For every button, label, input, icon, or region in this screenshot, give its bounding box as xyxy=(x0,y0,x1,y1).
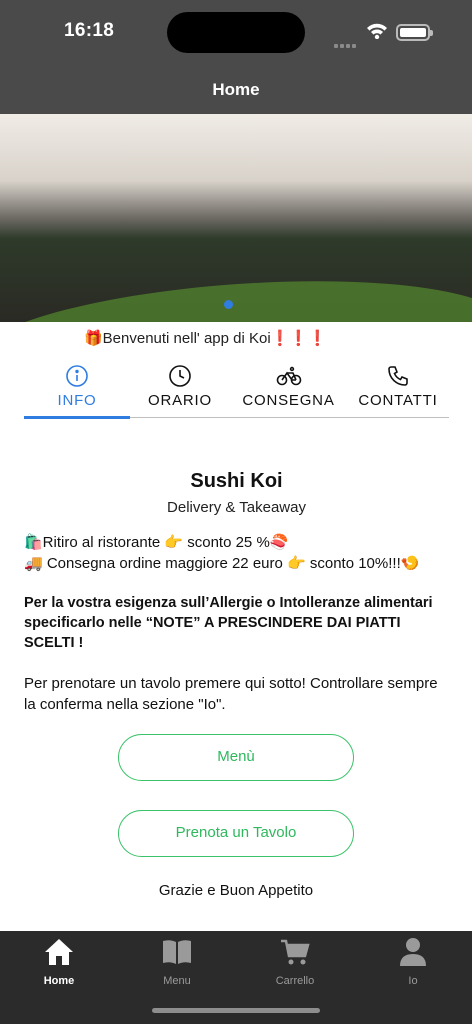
book-table-button[interactable]: Prenota un Tavolo xyxy=(118,810,354,857)
navigation-bar: Home xyxy=(0,66,472,114)
info-tabs: INFO ORARIO CONSEGNA CONTATTI xyxy=(24,360,449,419)
tab-info-label: INFO xyxy=(57,392,97,409)
info-content: Sushi Koi Delivery & Takeaway 🛍️Ritiro a… xyxy=(24,470,449,715)
status-bar: 16:18 xyxy=(0,0,472,66)
bottom-tab-io[interactable]: Io xyxy=(354,931,472,1024)
active-tab-indicator xyxy=(24,416,130,419)
wifi-icon xyxy=(366,22,388,44)
tab-info[interactable]: INFO xyxy=(24,360,130,419)
bottom-tab-home[interactable]: Home xyxy=(0,931,118,1024)
bottom-tab-cart-label: Carrello xyxy=(275,975,315,987)
cart-icon xyxy=(279,936,311,973)
status-time: 16:18 xyxy=(64,20,115,41)
promo-delivery: 🚚 Consegna ordine maggiore 22 euro 👉 sco… xyxy=(24,555,420,572)
promo-list: 🛍️Ritiro al ristorante 👉 sconto 25 %🍣 🚚 … xyxy=(24,532,449,574)
tab-consegna-label: CONSEGNA xyxy=(242,392,335,409)
tab-contatti-label: CONTATTI xyxy=(358,392,438,409)
person-icon xyxy=(397,936,429,973)
home-indicator xyxy=(152,1008,320,1013)
page-title: Home xyxy=(212,80,260,99)
bottom-tab-menu-label: Menu xyxy=(163,975,191,987)
phone-icon xyxy=(386,364,410,388)
tab-orario[interactable]: ORARIO xyxy=(130,360,230,417)
restaurant-subtitle: Delivery & Takeaway xyxy=(167,499,306,516)
cellular-signal-icon xyxy=(334,35,358,53)
menu-button[interactable]: Menù xyxy=(118,734,354,781)
home-icon xyxy=(43,936,75,973)
thanks-text: Grazie e Buon Appetito xyxy=(158,882,314,899)
dynamic-island xyxy=(167,12,305,53)
book-icon xyxy=(161,936,193,973)
booking-note: Per prenotare un tavolo premere qui sott… xyxy=(24,675,438,713)
hero-image-carousel[interactable] xyxy=(0,114,472,322)
bicycle-icon xyxy=(276,364,302,388)
bottom-tab-home-label: Home xyxy=(43,975,75,987)
battery-icon xyxy=(396,24,433,41)
carousel-page-indicator xyxy=(224,300,233,309)
info-icon xyxy=(65,364,89,388)
allergy-note: Per la vostra esigenza sull’Allergie o I… xyxy=(24,595,433,651)
tab-contatti[interactable]: CONTATTI xyxy=(347,360,449,417)
restaurant-name: Sushi Koi xyxy=(190,470,283,492)
bottom-tab-io-label: Io xyxy=(408,975,418,987)
tab-consegna[interactable]: CONSEGNA xyxy=(230,360,347,417)
tab-orario-label: ORARIO xyxy=(148,392,212,409)
clock-icon xyxy=(168,364,192,388)
welcome-text: 🎁Benvenuti nell' app di Koi❗❗❗ xyxy=(84,330,327,347)
promo-pickup: 🛍️Ritiro al ristorante 👉 sconto 25 %🍣 xyxy=(24,534,289,551)
